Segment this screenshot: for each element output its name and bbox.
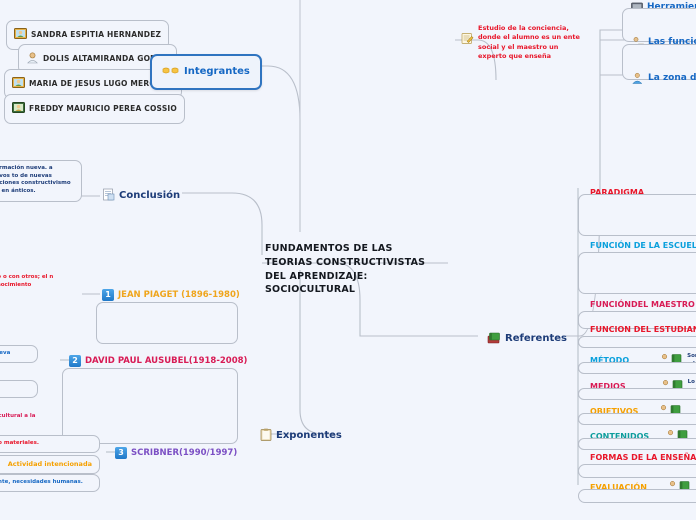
author-node-0[interactable]: 1 JEAN PIAGET (1896-1980) <box>99 287 243 303</box>
author-node-2[interactable]: 3 SCRIBNER(1990/1997) <box>112 445 240 461</box>
scribner-note-text: idos socialmente, necesidades humanas. <box>0 479 83 485</box>
member-label: SANDRA ESPITIA HERNANDEZ <box>31 30 162 40</box>
paradigm-row-3-body <box>578 336 696 348</box>
branch-referentes[interactable]: Referentes <box>484 327 570 351</box>
paradigm-row-1-body <box>578 252 696 294</box>
member-node-3[interactable]: FREDDY MAURICIO PEREA COSSIO <box>4 94 185 124</box>
central-topic-label: FUNDAMENTOS DE LAS TEORIAS CONSTRUCTIVIS… <box>265 243 426 296</box>
paradigm-row-label: FUNCIÓN DE LA ESCUELA <box>590 241 696 250</box>
member-label: FREDDY MAURICIO PEREA COSSIO <box>29 104 177 114</box>
paradigm-row-5-body <box>578 388 696 400</box>
person-photo-icon <box>12 99 25 119</box>
author-label: DAVID PAUL AUSUBEL(1918-2008) <box>85 355 248 366</box>
referentes-note-text: Estudio de la conciencia, donde el alumn… <box>478 24 580 61</box>
ausubel-note-1: ivo se da n nueva <box>0 345 38 363</box>
author-number-badge: 3 <box>115 447 127 459</box>
paradigm-row-8[interactable]: FORMAS DE LA ENSEÑANZA <box>587 451 696 465</box>
referentes-item-label: La zona de de <box>648 73 696 84</box>
paradigm-row-4-body <box>578 362 696 374</box>
scribner-note-text: Actividad intencionada <box>7 460 92 468</box>
paradigm-row-2[interactable]: FUNCIÓNDEL MAESTRO <box>587 298 696 312</box>
scribner-note-4: niños <box>0 508 52 520</box>
branch-conclusion[interactable]: Conclusión <box>99 184 183 208</box>
person-photo-icon <box>12 74 25 94</box>
paradigm-row-label: FUNCIÓNDEL MAESTRO <box>590 300 695 309</box>
clipboard-icon <box>260 426 272 446</box>
scribner-note-3: idos socialmente, necesidades humanas. <box>0 474 100 492</box>
person-photo-icon <box>14 25 27 45</box>
books-icon <box>487 329 501 349</box>
central-topic[interactable]: FUNDAMENTOS DE LAS TEORIAS CONSTRUCTIVIS… <box>262 240 442 299</box>
paradigm-row-6-body <box>578 413 696 425</box>
author-number-badge: 1 <box>102 289 114 301</box>
conclusion-note: tudiantes a información nueva. a creació… <box>0 160 82 203</box>
referentes-item-2[interactable]: La zona de de <box>628 67 696 91</box>
author-number-badge: 2 <box>69 355 81 367</box>
paradigm-row-1[interactable]: FUNCIÓN DE LA ESCUELA <box>587 239 696 253</box>
scribner-note-1: or artefactos o materiales. <box>0 435 100 453</box>
person-blue-icon <box>631 69 644 89</box>
referentes-note: Estudio de la conciencia, donde el alumn… <box>458 22 592 64</box>
branch-exponentes[interactable]: Exponentes <box>257 424 345 448</box>
paradigm-row-3[interactable]: FUNCION DEL ESTUDIANTE <box>587 323 696 337</box>
paradigm-row-label: FUNCION DEL ESTUDIANTE <box>590 325 696 334</box>
mindmap-canvas: SANDRA ESPITIA HERNANDEZ DOLIS ALTAMIRAN… <box>0 0 696 520</box>
note-pencil-icon <box>461 30 474 50</box>
scribner-note-2: Actividad intencionada <box>0 455 100 475</box>
paradigm-row-label: FORMAS DE LA ENSEÑANZA <box>590 453 696 462</box>
author-label: JEAN PIAGET (1896-1980) <box>118 289 240 300</box>
branch-referentes-label: Referentes <box>505 332 567 344</box>
piaget-note: prendiz, quien olo o con otros; el n reo… <box>0 272 62 291</box>
author-label: SCRIBNER(1990/1997) <box>131 447 238 458</box>
piaget-note-text: prendiz, quien olo o con otros; el n reo… <box>0 274 54 288</box>
scribner-note-text: or artefactos o materiales. <box>0 440 39 446</box>
paradigm-row-0-body <box>578 194 696 236</box>
ausubel-note-2: existente. <box>0 380 38 398</box>
branch-exponentes-label: Exponentes <box>276 429 342 441</box>
branch-integrantes[interactable]: Integrantes <box>150 54 262 90</box>
document-icon <box>102 186 115 206</box>
conclusion-note-text: tudiantes a información nueva. a creació… <box>0 165 71 195</box>
ausubel-note-text: ivo se da n nueva <box>0 350 11 356</box>
author-0-body <box>96 302 238 344</box>
scribner-note-0: en lo socio-cultural a la <box>0 411 80 423</box>
author-1-body <box>62 368 238 444</box>
author-node-1[interactable]: 2 DAVID PAUL AUSUBEL(1918-2008) <box>66 353 250 369</box>
branch-conclusion-label: Conclusión <box>119 189 181 201</box>
paradigm-row-7-body <box>578 438 696 450</box>
paradigm-row-9-body <box>578 489 696 503</box>
branch-integrantes-label: Integrantes <box>184 65 250 77</box>
handshake-icon <box>162 62 180 82</box>
scribner-note-text: en lo socio-cultural a la <box>0 413 36 419</box>
ausubel-note-0: de los <box>0 325 50 337</box>
person-icon <box>26 49 39 69</box>
